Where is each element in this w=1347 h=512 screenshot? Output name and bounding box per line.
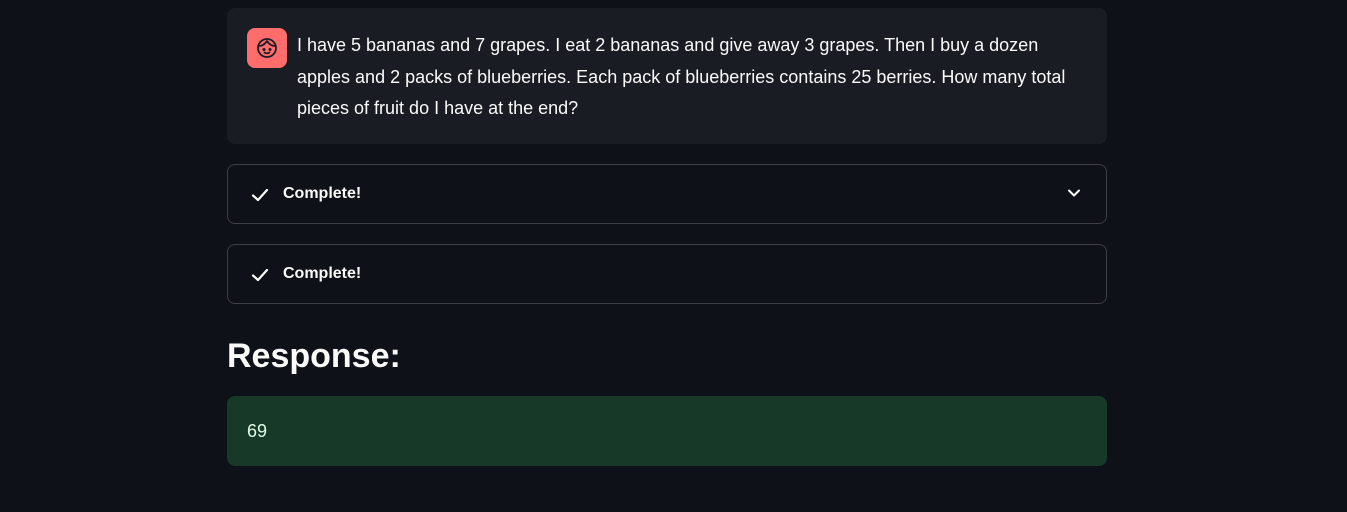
chat-message-text: I have 5 bananas and 7 grapes. I eat 2 b… bbox=[297, 35, 1066, 118]
chevron-down-icon[interactable] bbox=[1066, 185, 1082, 201]
response-value: 69 bbox=[247, 421, 268, 441]
status-label: Complete! bbox=[283, 185, 362, 202]
user-face-icon bbox=[257, 38, 277, 58]
response-success-box: 69 bbox=[227, 396, 1107, 466]
status-expander-1[interactable]: Complete! bbox=[227, 164, 1107, 224]
user-avatar bbox=[247, 28, 287, 68]
check-icon bbox=[251, 188, 269, 202]
response-heading: Response: bbox=[227, 337, 401, 375]
chat-message: I have 5 bananas and 7 grapes. I eat 2 b… bbox=[227, 8, 1107, 144]
status-label: Complete! bbox=[283, 265, 362, 282]
check-icon bbox=[251, 268, 269, 282]
status-box-2: Complete! bbox=[227, 244, 1107, 304]
